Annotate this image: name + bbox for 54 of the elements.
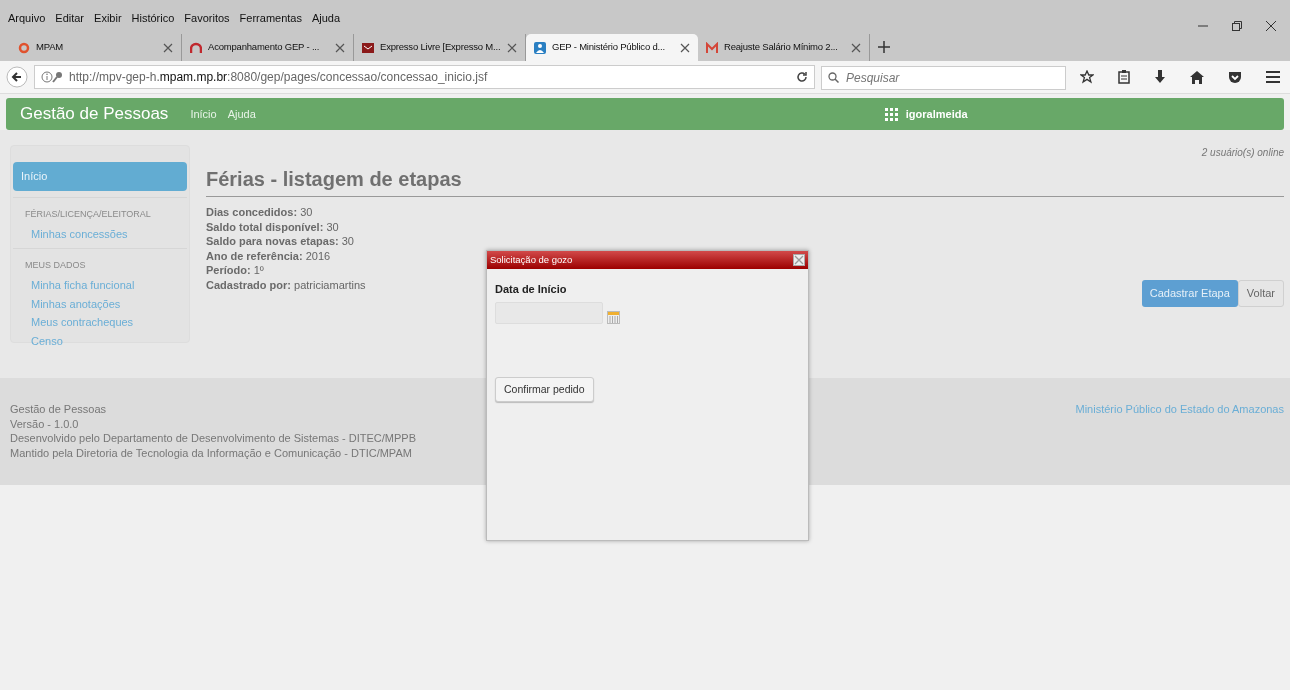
detail-line: Dias concedidos: 30 (206, 205, 314, 220)
detail-line: Saldo para novas etapas: 30 (206, 234, 355, 249)
arch-icon (190, 41, 202, 54)
menu-item[interactable]: Exibir (94, 9, 122, 27)
grid-icon[interactable] (884, 107, 898, 121)
detail-line: Saldo total disponível: 30 (206, 219, 340, 234)
menu-item[interactable]: Editar (55, 9, 85, 27)
letter-m-icon (706, 41, 718, 54)
search-icon (828, 71, 839, 83)
menu-item[interactable]: Histórico (131, 9, 175, 27)
home-icon[interactable] (1190, 70, 1204, 84)
reload-icon[interactable] (796, 71, 808, 83)
detail-line: Período: 1º (206, 263, 265, 278)
page-title: Férias - listagem de etapas (206, 164, 1284, 197)
browser-tab[interactable]: GEP - Ministério Público d... (526, 34, 698, 61)
dialog-title: Solicitação de gozo (490, 252, 573, 267)
search-field[interactable]: Pesquisar (821, 65, 1066, 90)
close-icon (794, 255, 804, 265)
close-icon[interactable] (507, 42, 517, 53)
footer-text: Gestão de Pessoas (10, 402, 107, 417)
back-button[interactable]: Voltar (1237, 280, 1284, 307)
info-key-icon[interactable] (41, 71, 63, 83)
plus-icon[interactable] (878, 41, 890, 53)
close-icon[interactable] (1266, 21, 1276, 31)
menu-icon[interactable] (1266, 71, 1280, 83)
close-icon[interactable] (163, 42, 173, 53)
close-icon[interactable] (335, 42, 345, 53)
back-icon[interactable] (6, 66, 28, 88)
confirm-button[interactable]: Confirmar pedido (495, 376, 594, 403)
footer-text: Versão - 1.0.0 (10, 416, 80, 431)
close-icon[interactable] (680, 42, 690, 53)
menu-item[interactable]: Arquivo (8, 9, 46, 27)
sidebar-heading: MEUS DADOS (13, 247, 187, 276)
person-icon (534, 41, 546, 54)
close-icon[interactable] (851, 42, 861, 53)
restore-icon[interactable] (1232, 21, 1242, 31)
clipboard-icon[interactable] (1118, 70, 1130, 84)
detail-line: Ano de referência: 2016 (206, 248, 332, 263)
address-bar[interactable]: http://mpv-gep-h.mpam.mp.br:8080/gep/pages/concessao/concessao_inicio.jsf (34, 65, 815, 89)
menu-item[interactable]: Favoritos (184, 9, 230, 27)
footer-text: Desenvolvido pelo Departamento de Desenvolvimento de Sistemas - DITEC/MPPB (10, 431, 416, 446)
footer-text: Mantido pela Diretoria de Tecnologia da Informação e Comunicação - DTIC/MPAM (10, 445, 413, 460)
pocket-icon[interactable] (1228, 70, 1242, 84)
envelope-icon (362, 41, 374, 54)
menu-item[interactable]: Ferramentas (239, 9, 302, 27)
sidebar-heading: FÉRIAS/LICENÇA/ELEITORAL (13, 196, 187, 225)
field-label: Data de Início (495, 282, 568, 297)
url-text: http://mpv-gep-h.mpam.mp.br:8080/gep/pages/concessao/concessao_inicio.jsf (69, 69, 489, 86)
star-icon[interactable] (1080, 70, 1094, 84)
ring-icon (18, 41, 30, 54)
download-icon[interactable] (1154, 70, 1166, 84)
menu-item[interactable]: Ajuda (311, 9, 341, 27)
detail-line: Cadastrado por: patriciamartins (206, 277, 366, 292)
online-users-text: 2 usuário(s) online (1201, 146, 1284, 160)
